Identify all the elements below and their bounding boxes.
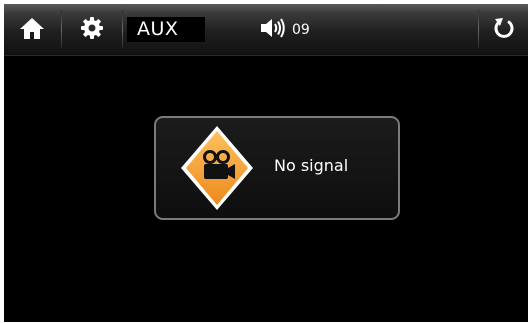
volume-level: 09	[292, 22, 310, 38]
gear-icon	[80, 16, 104, 44]
divider	[122, 10, 123, 48]
home-icon	[19, 16, 45, 44]
source-label[interactable]: AUX	[127, 17, 205, 42]
speaker-icon	[260, 17, 286, 43]
no-signal-dialog: No signal	[154, 116, 400, 220]
volume-control[interactable]: 09	[260, 18, 310, 42]
top-bar: AUX 09	[4, 4, 528, 56]
settings-button[interactable]	[62, 4, 122, 55]
screen: AUX 09 No signal	[4, 4, 528, 322]
refresh-icon	[493, 16, 515, 44]
camera-warning-icon	[179, 124, 255, 212]
back-button[interactable]	[479, 4, 528, 55]
no-signal-message: No signal	[274, 156, 349, 175]
home-button[interactable]	[4, 4, 60, 55]
